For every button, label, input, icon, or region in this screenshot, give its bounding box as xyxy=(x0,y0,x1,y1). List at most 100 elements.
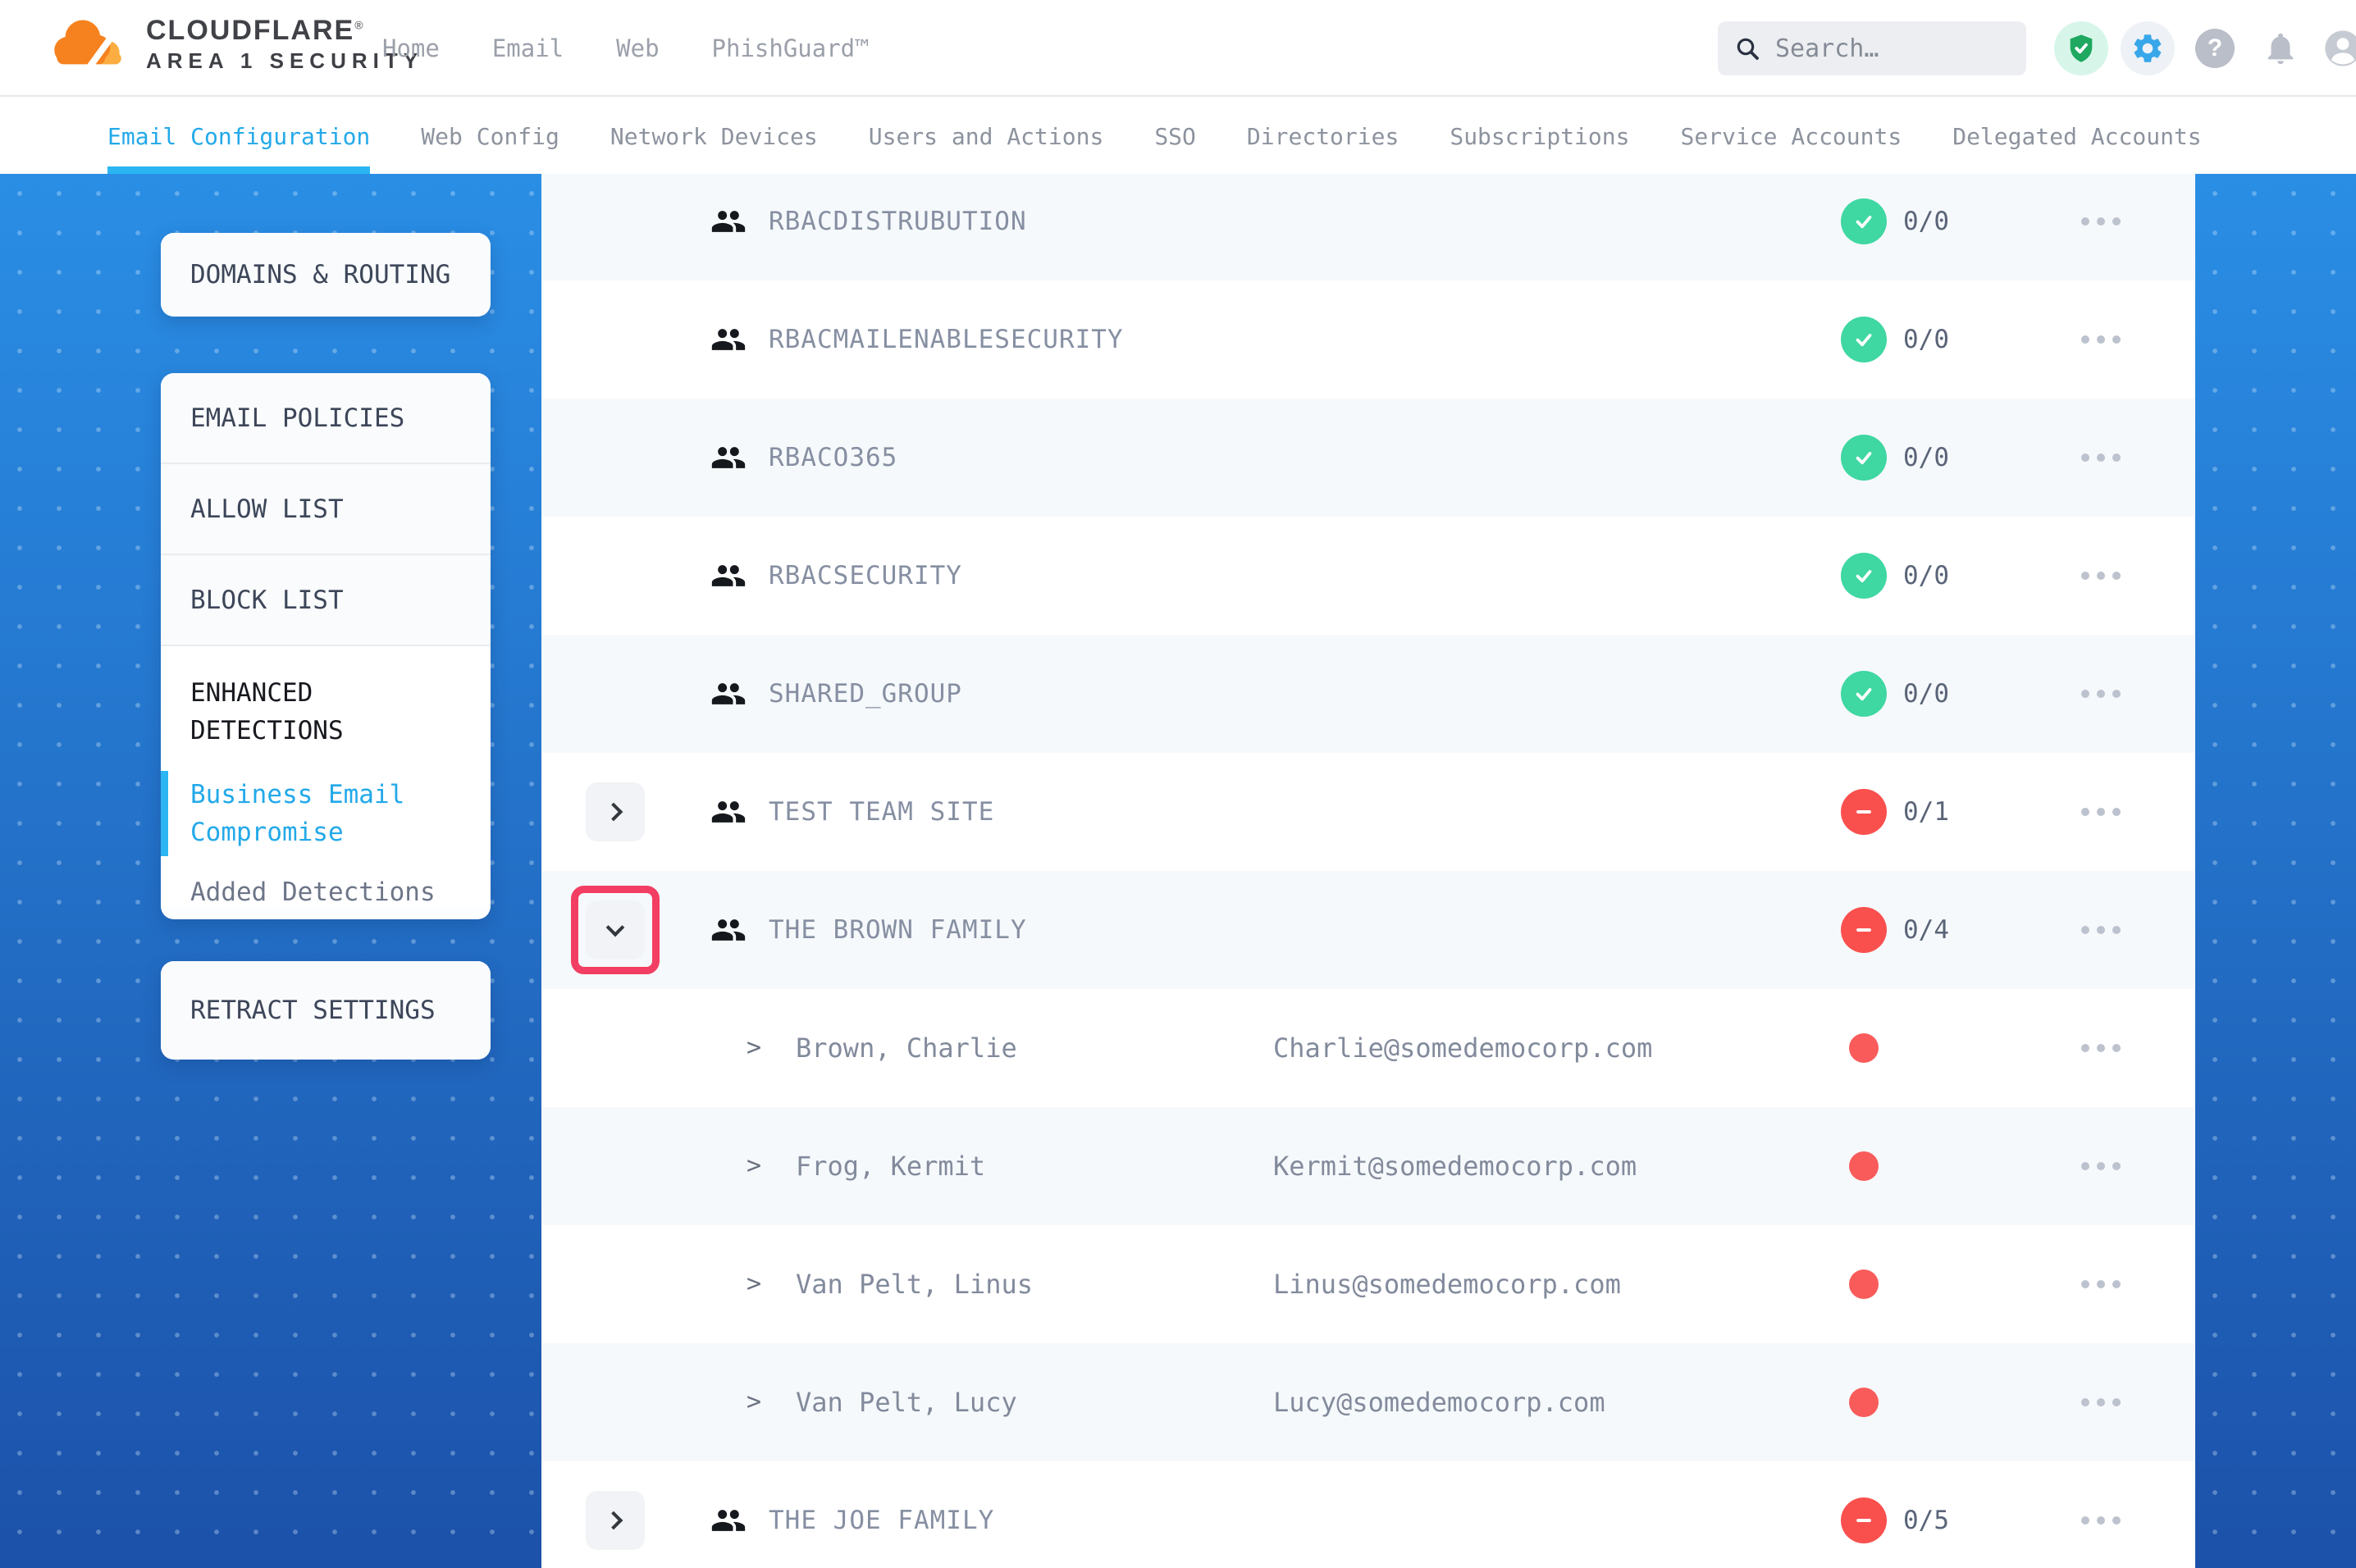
member-count: 0/5 xyxy=(1903,1461,1949,1568)
search-input[interactable] xyxy=(1775,34,2005,63)
tab-directories[interactable]: Directories xyxy=(1247,98,1399,174)
member-email: Linus@somedemocorp.com xyxy=(1273,1225,1621,1343)
top-bar: CLOUDFLARE® AREA 1 SECURITY Home Email W… xyxy=(0,0,2356,97)
member-count: 0/0 xyxy=(1903,517,1949,635)
member-count: 0/0 xyxy=(1903,635,1949,753)
app-screen: CLOUDFLARE® AREA 1 SECURITY Home Email W… xyxy=(0,0,2356,1568)
member-count: 0/0 xyxy=(1903,174,1949,280)
group-name: RBACMAILENABLESECURITY xyxy=(769,280,1124,399)
notifications-button[interactable] xyxy=(2253,21,2308,75)
member-expand-chevron[interactable]: > xyxy=(747,1225,761,1343)
email-policies-card: EMAIL POLICIES ALLOW LIST BLOCK LIST ENH… xyxy=(161,373,491,919)
domains-routing-card: DOMAINS & ROUTING xyxy=(161,233,491,317)
status-error-badge xyxy=(1841,1497,1887,1543)
expand-button[interactable] xyxy=(586,1491,645,1550)
member-count: 0/0 xyxy=(1903,399,1949,517)
group-icon xyxy=(710,321,747,358)
group-name: RBACO365 xyxy=(769,399,897,517)
group-name: TEST TEAM SITE xyxy=(769,753,994,871)
tab-service-accounts[interactable]: Service Accounts xyxy=(1681,98,1902,174)
sidebar-item-retract-settings[interactable]: RETRACT SETTINGS xyxy=(161,961,491,1060)
group-icon xyxy=(710,203,747,239)
tab-network-devices[interactable]: Network Devices xyxy=(610,98,818,174)
group-icon xyxy=(710,1502,747,1538)
group-name: THE BROWN FAMILY xyxy=(769,871,1027,989)
nav-web[interactable]: Web xyxy=(616,34,659,62)
member-email: Lucy@somedemocorp.com xyxy=(1273,1343,1605,1461)
tab-email-configuration[interactable]: Email Configuration xyxy=(107,98,370,174)
row-actions-button[interactable] xyxy=(2064,517,2138,635)
security-status-button[interactable] xyxy=(2054,21,2108,75)
expand-button[interactable] xyxy=(586,782,645,841)
retract-settings-card: RETRACT SETTINGS xyxy=(161,961,491,1060)
member-count: 0/4 xyxy=(1903,871,1949,989)
member-expand-chevron[interactable]: > xyxy=(747,989,761,1107)
right-background-strip xyxy=(2195,174,2356,1568)
status-error-badge xyxy=(1841,907,1887,953)
sidebar-item-label: EMAIL POLICIES xyxy=(190,403,404,433)
gear-icon xyxy=(2130,31,2165,66)
search-box[interactable] xyxy=(1718,21,2026,75)
group-row: TEST TEAM SITE 0/1 xyxy=(541,753,2195,871)
collapse-button[interactable] xyxy=(586,900,645,959)
row-actions-button[interactable] xyxy=(2064,1461,2138,1568)
sidebar-item-label: DOMAINS & ROUTING xyxy=(190,260,450,289)
help-icon: ? xyxy=(2195,29,2235,68)
tab-sso[interactable]: SSO xyxy=(1154,98,1196,174)
group-name: SHARED_GROUP xyxy=(769,635,962,753)
group-icon xyxy=(710,794,747,830)
sidebar-item-domains-routing[interactable]: DOMAINS & ROUTING xyxy=(161,233,491,317)
sidebar-item-label: ALLOW LIST xyxy=(190,495,344,524)
tab-delegated-accounts[interactable]: Delegated Accounts xyxy=(1952,98,2201,174)
row-actions-button[interactable] xyxy=(2064,753,2138,871)
row-actions-button[interactable] xyxy=(2064,871,2138,989)
nav-email[interactable]: Email xyxy=(492,34,564,62)
tab-users-and-actions[interactable]: Users and Actions xyxy=(869,98,1104,174)
row-actions-button[interactable] xyxy=(2064,1343,2138,1461)
group-icon xyxy=(710,558,747,594)
sidebar-item-enhanced-detections[interactable]: ENHANCED DETECTIONS xyxy=(190,674,466,750)
member-row: > Van Pelt, Lucy Lucy@somedemocorp.com xyxy=(541,1343,2195,1461)
row-actions-button[interactable] xyxy=(2064,1107,2138,1225)
sidebar: DOMAINS & ROUTING EMAIL POLICIES ALLOW L… xyxy=(0,174,541,1568)
row-actions-button[interactable] xyxy=(2064,1225,2138,1343)
group-row: RBACDISTRUBUTION 0/0 xyxy=(541,174,2195,280)
group-icon xyxy=(710,912,747,948)
member-email: Charlie@somedemocorp.com xyxy=(1273,989,1652,1107)
member-name: Van Pelt, Lucy xyxy=(796,1343,1017,1461)
group-row: RBACMAILENABLESECURITY 0/0 xyxy=(541,280,2195,399)
status-error-dot xyxy=(1849,1269,1879,1299)
status-ok-badge xyxy=(1841,435,1887,481)
tab-subscriptions[interactable]: Subscriptions xyxy=(1450,98,1629,174)
row-actions-button[interactable] xyxy=(2064,174,2138,280)
nav-phishguard[interactable]: PhishGuard™ xyxy=(712,34,870,62)
account-button[interactable] xyxy=(2316,21,2356,75)
sidebar-item-email-policies[interactable]: EMAIL POLICIES xyxy=(161,373,491,464)
member-row: > Frog, Kermit Kermit@somedemocorp.com xyxy=(541,1107,2195,1225)
row-actions-button[interactable] xyxy=(2064,635,2138,753)
status-ok-badge xyxy=(1841,553,1887,599)
sidebar-item-business-email-compromise[interactable]: Business Email Compromise xyxy=(190,776,466,851)
row-actions-button[interactable] xyxy=(2064,399,2138,517)
status-error-dot xyxy=(1849,1033,1879,1063)
sidebar-item-allow-list[interactable]: ALLOW LIST xyxy=(161,464,491,555)
group-row: THE JOE FAMILY 0/5 xyxy=(541,1461,2195,1568)
member-expand-chevron[interactable]: > xyxy=(747,1343,761,1461)
member-expand-chevron[interactable]: > xyxy=(747,1107,761,1225)
tab-web-config[interactable]: Web Config xyxy=(421,98,559,174)
primary-nav: Home Email Web PhishGuard™ xyxy=(382,0,870,97)
member-name: Brown, Charlie xyxy=(796,989,1017,1107)
member-name: Van Pelt, Linus xyxy=(796,1225,1033,1343)
nav-home[interactable]: Home xyxy=(382,34,440,62)
sidebar-item-added-detections[interactable]: Added Detections xyxy=(190,877,466,907)
settings-button[interactable] xyxy=(2121,21,2175,75)
section-nav: Email Configuration Web Config Network D… xyxy=(0,98,2356,174)
search-icon xyxy=(1734,35,1760,62)
cloudflare-logo: CLOUDFLARE® AREA 1 SECURITY xyxy=(43,15,423,74)
help-button[interactable]: ? xyxy=(2188,21,2242,75)
sidebar-item-block-list[interactable]: BLOCK LIST xyxy=(161,555,491,646)
row-actions-button[interactable] xyxy=(2064,280,2138,399)
directory-group-list: RBACDISTRUBUTION 0/0 RBACMAILENABLESECUR… xyxy=(541,174,2195,1568)
row-actions-button[interactable] xyxy=(2064,989,2138,1107)
status-error-dot xyxy=(1849,1388,1879,1417)
